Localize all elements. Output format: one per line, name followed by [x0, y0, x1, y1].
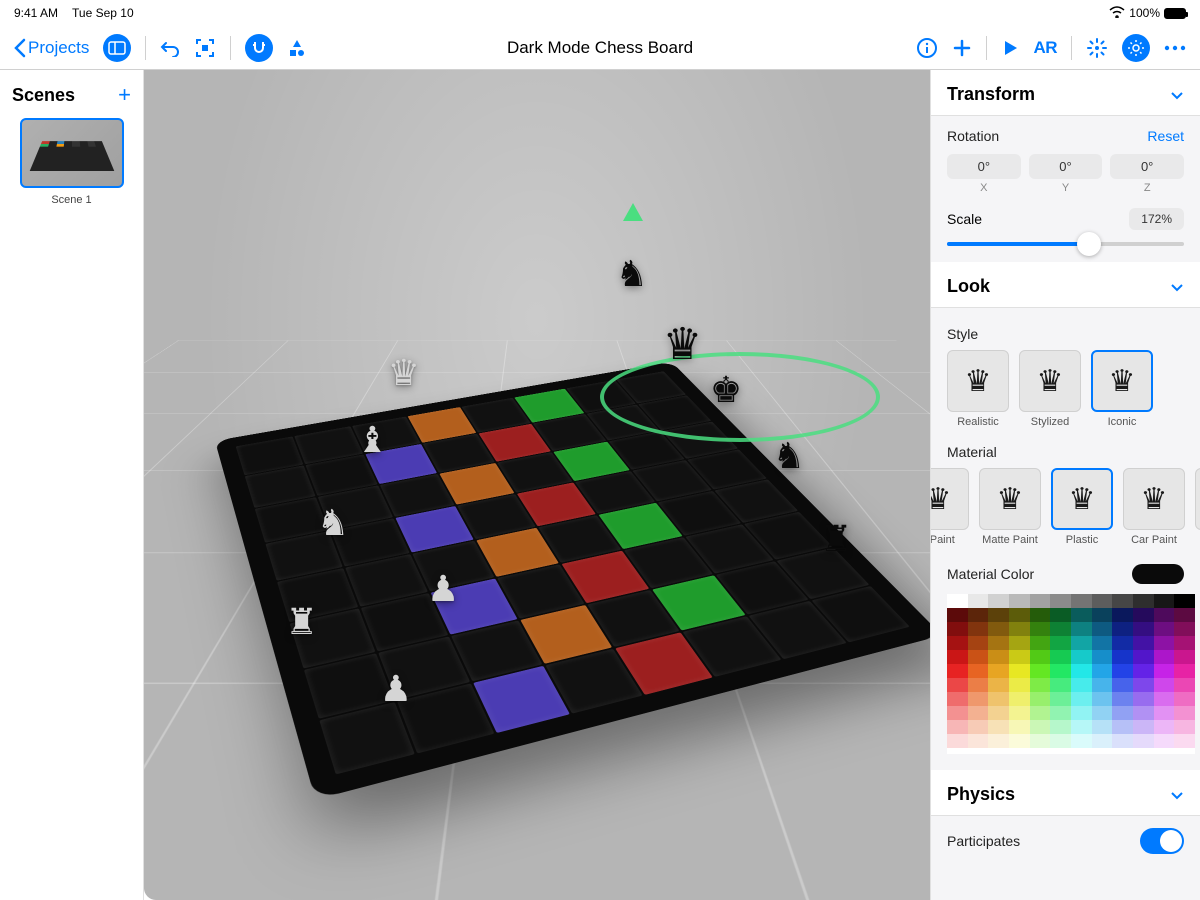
- style-option-label: Iconic: [1091, 416, 1153, 428]
- participates-toggle[interactable]: [1140, 828, 1184, 854]
- material-color-label: Material Color: [947, 566, 1034, 582]
- toolbar-divider: [145, 36, 146, 60]
- transform-section-header[interactable]: Transform: [931, 70, 1200, 116]
- style-label: Style: [947, 326, 1184, 342]
- material-option[interactable]: ♛: [979, 468, 1041, 530]
- battery-icon: [1164, 8, 1186, 19]
- y-axis-gizmo-icon[interactable]: [623, 203, 643, 221]
- physics-heading: Physics: [947, 784, 1015, 805]
- scale-label: Scale: [947, 211, 982, 227]
- physics-section-header[interactable]: Physics: [931, 770, 1200, 816]
- style-option-stylized[interactable]: ♛: [1019, 350, 1081, 412]
- chess-piece-icon: ♟: [380, 668, 412, 710]
- material-option[interactable]: ♛: [1195, 468, 1200, 530]
- more-button[interactable]: [1164, 45, 1186, 51]
- material-option[interactable]: ♛: [1051, 468, 1113, 530]
- shapes-button[interactable]: [287, 38, 307, 58]
- rotation-label: Rotation: [947, 128, 999, 144]
- material-option-label: y Paint: [930, 534, 969, 546]
- status-date: Tue Sep 10: [72, 6, 134, 20]
- focus-object-button[interactable]: [194, 37, 216, 59]
- material-color-swatch[interactable]: [1132, 564, 1184, 584]
- axis-label-x: X: [947, 182, 1021, 194]
- scene-name: Scene 1: [12, 194, 131, 206]
- chevron-down-icon: [1170, 87, 1184, 103]
- back-label: Projects: [28, 38, 89, 58]
- viewport-3d[interactable]: ♜ ♞ ♝ ♛ ♟ ♟ ♛ ♚ ♞ ♞ ♜: [144, 70, 930, 900]
- status-bar: 9:41 AM Tue Sep 10 100%: [0, 0, 1200, 26]
- style-option-realistic[interactable]: ♛: [947, 350, 1009, 412]
- chess-piece-icon: ♞: [317, 502, 349, 544]
- rotation-reset-button[interactable]: Reset: [1147, 128, 1184, 144]
- chevron-down-icon: [1170, 279, 1184, 295]
- look-section-header[interactable]: Look: [931, 262, 1200, 308]
- material-option-label: Car Paint: [1123, 534, 1185, 546]
- material-option-label: Alum: [1195, 534, 1200, 546]
- transform-heading: Transform: [947, 84, 1035, 105]
- scenes-panel: Scenes + Scene 1: [0, 70, 144, 900]
- style-option-label: Stylized: [1019, 416, 1081, 428]
- chess-piece-icon: ♟: [427, 568, 459, 610]
- rotation-x-input[interactable]: 0°: [947, 154, 1021, 179]
- axis-label-y: Y: [1029, 182, 1103, 194]
- scenes-heading: Scenes: [12, 85, 75, 106]
- toolbar-divider: [986, 36, 987, 60]
- chess-piece-icon: ♜: [820, 518, 852, 560]
- add-scene-button[interactable]: +: [118, 82, 131, 108]
- chess-piece-icon: ♞: [616, 253, 648, 295]
- settings-gear-button[interactable]: [1122, 34, 1150, 62]
- play-button[interactable]: [1001, 39, 1019, 57]
- info-button[interactable]: [916, 37, 938, 59]
- style-option-iconic[interactable]: ♛: [1091, 350, 1153, 412]
- undo-button[interactable]: [160, 39, 180, 57]
- material-option-label: Matte Paint: [979, 534, 1041, 546]
- toolbar: Projects Dark Mode Chess Board A: [0, 26, 1200, 70]
- toolbar-divider: [1071, 36, 1072, 60]
- chess-piece-icon: ♛: [388, 352, 420, 394]
- add-button[interactable]: [952, 38, 972, 58]
- material-option-label: Plastic: [1051, 534, 1113, 546]
- inspector-panel: Transform Rotation Reset 0° X 0° Y 0° Z Sca…: [930, 70, 1200, 900]
- scale-value[interactable]: 172%: [1129, 208, 1184, 230]
- wifi-icon: [1109, 6, 1125, 21]
- magnet-button[interactable]: [245, 34, 273, 62]
- chess-piece-icon: ♝: [356, 419, 388, 461]
- sidebar-toggle-button[interactable]: [103, 34, 131, 62]
- back-button[interactable]: Projects: [14, 38, 89, 58]
- scene-thumbnail[interactable]: [20, 118, 124, 188]
- rotation-y-input[interactable]: 0°: [1029, 154, 1103, 179]
- page-title: Dark Mode Chess Board: [507, 38, 693, 58]
- battery-pct: 100%: [1129, 6, 1160, 20]
- chess-piece-icon: ♛: [663, 319, 702, 370]
- status-time: 9:41 AM: [14, 6, 58, 20]
- chess-piece-icon: ♚: [710, 369, 742, 411]
- material-option[interactable]: ♛: [1123, 468, 1185, 530]
- scale-slider[interactable]: [947, 242, 1184, 246]
- axis-label-z: Z: [1110, 182, 1184, 194]
- chess-piece-icon: ♜: [285, 601, 317, 643]
- toolbar-divider: [230, 36, 231, 60]
- chess-piece-icon: ♞: [773, 435, 805, 477]
- ar-button[interactable]: AR: [1033, 38, 1057, 58]
- color-picker-grid[interactable]: [947, 594, 1195, 754]
- material-label: Material: [947, 444, 1184, 460]
- effects-button[interactable]: [1086, 37, 1108, 59]
- style-option-label: Realistic: [947, 416, 1009, 428]
- look-heading: Look: [947, 276, 990, 297]
- rotation-z-input[interactable]: 0°: [1110, 154, 1184, 179]
- material-option[interactable]: ♛: [930, 468, 969, 530]
- chevron-down-icon: [1170, 787, 1184, 803]
- participates-label: Participates: [947, 833, 1020, 849]
